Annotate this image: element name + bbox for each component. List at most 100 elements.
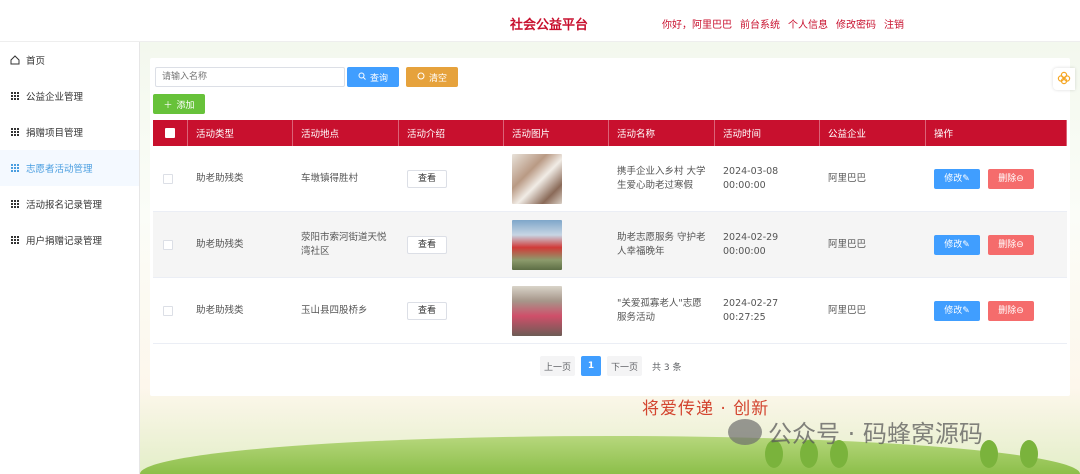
grid-icon: [10, 199, 20, 209]
cell-company: 阿里巴巴: [828, 172, 867, 184]
column-header: 活动名称: [609, 120, 715, 146]
cell-time: 2024-02-29 00:00:00: [723, 231, 779, 257]
total-count: 共 3 条: [652, 362, 682, 373]
column-header: 公益企业: [820, 120, 926, 146]
column-header: 活动时间: [715, 120, 820, 146]
grid-icon: [10, 91, 20, 101]
minus-circle-icon: ⊖: [1016, 239, 1024, 250]
page-number-current[interactable]: 1: [581, 356, 602, 376]
watermark: 公众号 · 码蜂窝源码: [728, 414, 983, 449]
add-label: 添加: [176, 100, 195, 111]
delete-label: 删除: [998, 173, 1017, 184]
header-select-all[interactable]: [153, 120, 188, 146]
cell-company: 阿里巴巴: [828, 238, 867, 250]
header-nav: 你好，阿里巴巴 前台系统 个人信息 修改密码 注销: [662, 16, 904, 31]
column-header: 活动地点: [293, 120, 399, 146]
edit-icon: ✎: [962, 173, 970, 184]
grid-icon: [10, 235, 20, 245]
column-header: 活动介绍: [399, 120, 504, 146]
table-row: 助老助残类 车墩镇得胜村 查看 携手企业入乡村 大学生爱心助老过寒假 2024-…: [153, 146, 1067, 212]
watermark-text: 公众号 · 码蜂窝源码: [768, 420, 983, 448]
cell-name: "关爱孤寡老人"志愿服务活动: [617, 297, 702, 323]
column-header: 活动图片: [504, 120, 609, 146]
nav-logout-link[interactable]: 注销: [884, 16, 904, 31]
cell-name: 助老志愿服务 守护老人幸福晚年: [617, 231, 706, 257]
nav-frontend-link[interactable]: 前台系统: [740, 16, 780, 31]
sidebar-item-label: 公益企业管理: [26, 92, 84, 103]
table-row: 助老助残类 荥阳市索河街道天悦湾社区 查看 助老志愿服务 守护老人幸福晚年 20…: [153, 212, 1067, 278]
nav-profile-link[interactable]: 个人信息: [788, 16, 828, 31]
sidebar-item-volunteer-activities[interactable]: 志愿者活动管理: [0, 150, 139, 186]
table-row: 助老助残类 玉山县四股桥乡 查看 "关爱孤寡老人"志愿服务活动 2024-02-…: [153, 278, 1067, 344]
sidebar-item-label: 首页: [26, 56, 46, 67]
prev-page-button[interactable]: 上一页: [540, 356, 576, 376]
minus-circle-icon: ⊖: [1016, 305, 1024, 316]
wechat-icon: [728, 418, 762, 445]
cell-company: 阿里巴巴: [828, 304, 867, 316]
app-title: 社会公益平台: [510, 18, 589, 33]
activity-photo[interactable]: [512, 219, 562, 270]
top-header: 社会公益平台 你好，阿里巴巴 前台系统 个人信息 修改密码 注销: [0, 0, 1080, 42]
refresh-icon: [417, 72, 425, 83]
table-header: 活动类型 活动地点 活动介绍 活动图片 活动名称 活动时间 公益企业 操作: [153, 120, 1067, 146]
tree-image: [1020, 440, 1038, 468]
cell-type: 助老助残类: [196, 172, 244, 184]
delete-button[interactable]: 删除 ⊖: [988, 300, 1034, 321]
delete-button[interactable]: 删除 ⊖: [988, 234, 1034, 255]
row-checkbox[interactable]: [162, 173, 173, 184]
sidebar-item-donation-records[interactable]: 用户捐赠记录管理: [0, 222, 139, 258]
minus-circle-icon: ⊖: [1016, 173, 1024, 184]
view-button[interactable]: 查看: [407, 169, 448, 188]
home-icon: [10, 55, 20, 65]
sidebar-item-donation-projects[interactable]: 捐赠项目管理: [0, 114, 139, 150]
sidebar-item-label: 志愿者活动管理: [26, 164, 93, 175]
activity-table: 活动类型 活动地点 活动介绍 活动图片 活动名称 活动时间 公益企业 操作 助老…: [153, 120, 1067, 344]
greeting-text: 你好，阿里巴巴: [662, 20, 732, 31]
add-button[interactable]: ＋ 添加: [153, 94, 205, 114]
row-checkbox[interactable]: [162, 305, 173, 316]
flower-icon: [1057, 71, 1071, 88]
floating-flower-button[interactable]: [1053, 68, 1075, 90]
cell-location: 玉山县四股桥乡: [301, 304, 368, 316]
grid-icon: [10, 163, 20, 173]
sidebar-item-label: 捐赠项目管理: [26, 128, 84, 139]
delete-label: 删除: [998, 239, 1017, 250]
search-input[interactable]: [155, 67, 345, 87]
sidebar-item-companies[interactable]: 公益企业管理: [0, 78, 139, 114]
grid-icon: [10, 127, 20, 137]
select-all-checkbox[interactable]: [165, 128, 175, 138]
sidebar-item-label: 用户捐赠记录管理: [26, 236, 103, 247]
cell-time: 2024-02-27 00:27:25: [723, 297, 779, 323]
edit-label: 修改: [944, 305, 963, 316]
edit-button[interactable]: 修改 ✎: [934, 300, 980, 321]
clear-button[interactable]: 清空: [406, 67, 458, 87]
activity-photo[interactable]: [512, 153, 562, 204]
edit-button[interactable]: 修改 ✎: [934, 168, 980, 189]
search-icon: [358, 72, 366, 83]
view-button[interactable]: 查看: [407, 235, 448, 254]
sidebar: 首页 公益企业管理 捐赠项目管理 志愿者活动管理 活动报名记录管理 用户捐赠记录…: [0, 42, 140, 474]
cell-name: 携手企业入乡村 大学生爱心助老过寒假: [617, 165, 706, 191]
cell-location: 车墩镇得胜村: [301, 172, 359, 184]
edit-label: 修改: [944, 173, 963, 184]
next-page-button[interactable]: 下一页: [607, 356, 643, 376]
pagination: 上一页 1 下一页 共 3 条: [540, 356, 681, 376]
column-header: 操作: [926, 120, 1067, 146]
sidebar-item-home[interactable]: 首页: [0, 42, 139, 78]
activity-photo[interactable]: [512, 285, 562, 336]
query-button[interactable]: 查询: [347, 67, 399, 87]
sidebar-item-label: 活动报名记录管理: [26, 200, 103, 211]
nav-change-password-link[interactable]: 修改密码: [836, 16, 876, 31]
clear-label: 清空: [428, 73, 447, 84]
cell-time: 2024-03-08 00:00:00: [723, 165, 779, 191]
delete-button[interactable]: 删除 ⊖: [988, 168, 1034, 189]
column-header: 活动类型: [188, 120, 293, 146]
edit-icon: ✎: [962, 305, 970, 316]
view-button[interactable]: 查看: [407, 301, 448, 320]
edit-icon: ✎: [962, 239, 970, 250]
row-checkbox[interactable]: [162, 239, 173, 250]
edit-button[interactable]: 修改 ✎: [934, 234, 980, 255]
edit-label: 修改: [944, 239, 963, 250]
plus-icon: ＋: [163, 100, 173, 111]
sidebar-item-registration-records[interactable]: 活动报名记录管理: [0, 186, 139, 222]
